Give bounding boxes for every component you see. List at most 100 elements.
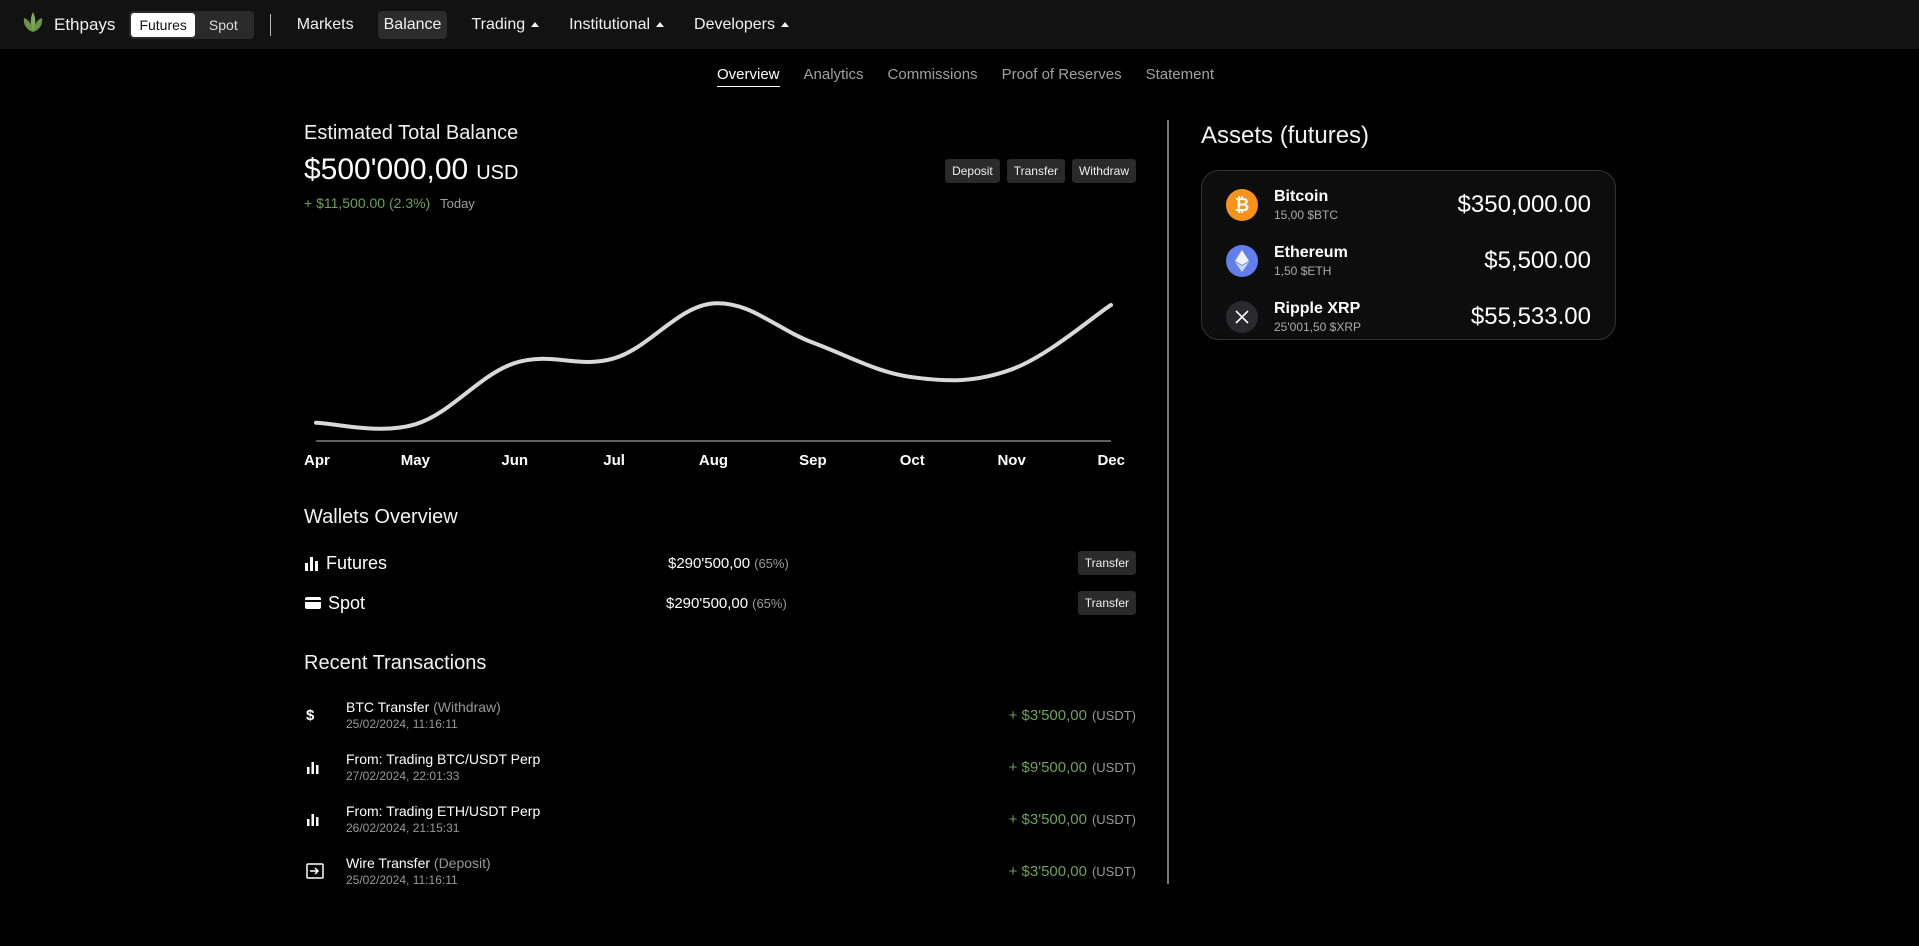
- balance-actions: Deposit Transfer Withdraw: [945, 159, 1136, 183]
- bar-chart-icon: [304, 760, 346, 774]
- ethereum-icon: [1226, 245, 1258, 277]
- panel-divider: [1167, 120, 1169, 884]
- transaction-row[interactable]: From: Trading ETH/USDT Perp 26/02/2024, …: [304, 793, 1136, 845]
- recent-transactions: Recent Transactions $ BTC Transfer (With…: [304, 652, 1136, 897]
- mode-spot[interactable]: Spot: [195, 13, 252, 37]
- transaction-date: 25/02/2024, 11:16:11: [346, 873, 458, 887]
- balance-title: Estimated Total Balance: [304, 122, 519, 144]
- wallet-amount: $290'500,00 (65%): [666, 595, 787, 612]
- wallet-amount-value: $290'500,00: [666, 594, 749, 612]
- asset-row-ethereum[interactable]: Ethereum 1,50 $ETH $5,500.00: [1226, 233, 1591, 289]
- transaction-date: 25/02/2024, 11:16:11: [346, 717, 458, 731]
- transaction-text: From: Trading ETH/USDT Perp 26/02/2024, …: [346, 803, 540, 835]
- tab-analytics[interactable]: Analytics: [804, 66, 864, 87]
- x-tick-label: Nov: [997, 452, 1026, 469]
- transaction-amount: + $9'500,00 (USDT): [1009, 759, 1136, 776]
- nav-markets-label: Markets: [296, 15, 354, 33]
- asset-row-ripple[interactable]: Ripple XRP 25'001,50 $XRP $55,533.00: [1226, 289, 1591, 345]
- x-tick-label: Aug: [699, 452, 728, 469]
- asset-value: $350,000.00: [1457, 191, 1591, 218]
- transaction-row[interactable]: From: Trading BTC/USDT Perp 27/02/2024, …: [304, 741, 1136, 793]
- asset-value: $55,533.00: [1470, 303, 1591, 330]
- data-point-jun: [513, 361, 517, 365]
- nav-markets[interactable]: Markets: [291, 11, 360, 39]
- caret-up-icon: [531, 22, 540, 27]
- balance-subtabs: Overview Analytics Commissions Proof of …: [0, 66, 1919, 87]
- data-point-apr: [314, 421, 318, 425]
- nav-institutional[interactable]: Institutional: [563, 11, 670, 39]
- brand[interactable]: Ethpays: [20, 10, 115, 39]
- transaction-currency: (USDT): [1091, 707, 1136, 723]
- bitcoin-icon: ₿: [1226, 189, 1258, 221]
- transaction-title: From: Trading ETH/USDT Perp: [346, 803, 540, 819]
- transaction-amount: + $3'500,00 (USDT): [1009, 811, 1136, 828]
- transfer-button[interactable]: Transfer: [1006, 159, 1065, 183]
- xrp-icon: [1226, 301, 1258, 333]
- data-point-oct: [910, 375, 914, 379]
- tab-commissions[interactable]: Commissions: [888, 66, 978, 87]
- transaction-amount-value: + $9'500,00: [1008, 758, 1087, 776]
- wallet-amount-value: $290'500,00: [668, 554, 751, 572]
- asset-value: $5,500.00: [1484, 247, 1591, 274]
- transaction-title: BTC Transfer (Withdraw): [346, 699, 501, 715]
- asset-holding: 25'001,50 $XRP: [1274, 320, 1362, 334]
- asset-text: Bitcoin 15,00 $BTC: [1274, 188, 1338, 222]
- transaction-amount: + $3'500,00 (USDT): [1009, 707, 1136, 724]
- transaction-name: BTC Transfer: [346, 699, 430, 715]
- nav-balance[interactable]: Balance: [377, 10, 448, 39]
- nav-trading-label: Trading: [471, 15, 526, 33]
- mode-futures[interactable]: Futures: [131, 12, 195, 37]
- data-point-may: [413, 422, 417, 426]
- top-nav: Ethpays Futures Spot Markets Balance Tra…: [0, 0, 1919, 49]
- deposit-icon: [304, 863, 346, 879]
- market-mode-toggle: Futures Spot: [129, 10, 254, 39]
- caret-up-icon: [656, 22, 665, 27]
- x-tick-label: Jun: [501, 452, 528, 469]
- assets-card: ₿ Bitcoin 15,00 $BTC $350,000.00 Ethereu…: [1201, 170, 1616, 340]
- data-point-nov: [1010, 367, 1014, 371]
- balance-change-period: Today: [440, 196, 475, 211]
- transaction-text: From: Trading BTC/USDT Perp 27/02/2024, …: [346, 751, 540, 783]
- wallets-title: Wallets Overview: [304, 506, 458, 528]
- nav-developers[interactable]: Developers: [688, 11, 795, 39]
- transaction-row[interactable]: $ BTC Transfer (Withdraw) 25/02/2024, 11…: [304, 689, 1136, 741]
- transaction-row[interactable]: Wire Transfer (Deposit) 25/02/2024, 11:1…: [304, 845, 1136, 897]
- asset-text: Ethereum 1,50 $ETH: [1274, 244, 1348, 278]
- transaction-note: (Deposit): [433, 855, 491, 871]
- deposit-button[interactable]: Deposit: [945, 159, 1000, 183]
- data-point-dec: [1109, 303, 1113, 307]
- balance-value: $500'000,00: [304, 153, 469, 186]
- wallet-name-futures: Futures: [304, 553, 387, 574]
- transaction-date: 26/02/2024, 21:15:31: [346, 821, 460, 835]
- assets-panel: Assets (futures) ₿ Bitcoin 15,00 $BTC $3…: [1201, 122, 1616, 340]
- asset-text: Ripple XRP 25'001,50 $XRP: [1274, 300, 1361, 334]
- tab-proof-of-reserves[interactable]: Proof of Reserves: [1002, 66, 1122, 87]
- balance-panel: Estimated Total Balance $500'000,00 USD …: [304, 122, 1136, 887]
- transaction-currency: (USDT): [1091, 759, 1136, 775]
- nav-trading[interactable]: Trading: [465, 11, 545, 39]
- caret-up-icon: [780, 22, 789, 27]
- transaction-text: Wire Transfer (Deposit) 25/02/2024, 11:1…: [346, 855, 491, 887]
- x-tick-label: Sep: [799, 452, 827, 469]
- transaction-name: From: Trading BTC/USDT Perp: [346, 751, 541, 767]
- wallet-label: Futures: [326, 552, 388, 573]
- asset-row-bitcoin[interactable]: ₿ Bitcoin 15,00 $BTC $350,000.00: [1226, 177, 1591, 233]
- transaction-amount-value: + $3'500,00: [1008, 862, 1087, 880]
- brand-logo-icon: [20, 10, 46, 39]
- transaction-title: From: Trading BTC/USDT Perp: [346, 751, 540, 767]
- transaction-amount-value: + $3'500,00: [1008, 706, 1087, 724]
- transaction-date: 27/02/2024, 22:01:33: [346, 769, 460, 783]
- dollar-icon: $: [306, 706, 315, 724]
- x-tick-label: Oct: [900, 452, 925, 469]
- asset-holding: 15,00 $BTC: [1274, 208, 1339, 222]
- tab-overview[interactable]: Overview: [717, 66, 780, 87]
- withdraw-button[interactable]: Withdraw: [1071, 159, 1136, 183]
- transaction-amount-value: + $3'500,00: [1008, 810, 1087, 828]
- wallet-label: Spot: [328, 592, 366, 613]
- tab-statement[interactable]: Statement: [1146, 66, 1214, 87]
- x-tick-label: Dec: [1097, 452, 1125, 469]
- wallet-amount: $290'500,00 (65%): [668, 555, 789, 572]
- wallet-transfer-button[interactable]: Transfer: [1077, 591, 1136, 615]
- wallet-transfer-button[interactable]: Transfer: [1077, 551, 1136, 575]
- balance-change-value: + $11,500.00 (2.3%): [304, 195, 431, 211]
